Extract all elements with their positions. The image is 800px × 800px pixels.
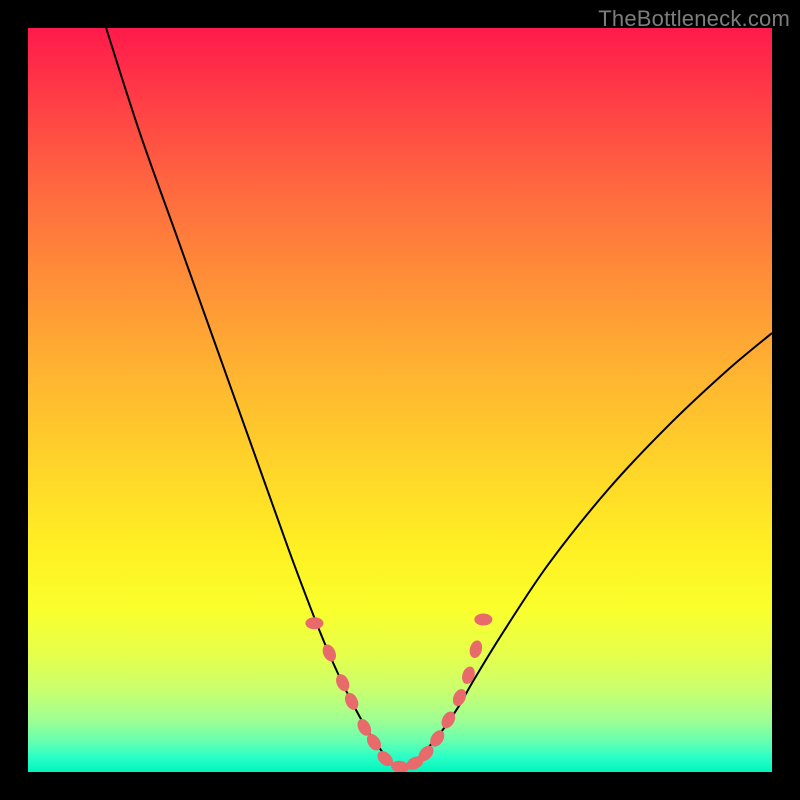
- data-marker: [333, 672, 351, 693]
- data-marker: [468, 639, 484, 659]
- data-marker: [305, 617, 323, 629]
- data-marker: [450, 687, 468, 708]
- data-marker: [460, 665, 477, 686]
- curve-left: [106, 28, 400, 768]
- data-marker: [474, 613, 492, 625]
- watermark-text: TheBottleneck.com: [598, 6, 790, 32]
- chart-svg: [28, 28, 772, 772]
- data-marker: [320, 642, 339, 663]
- plot-area: [28, 28, 772, 772]
- data-marker: [342, 691, 361, 712]
- marker-group: [305, 613, 492, 772]
